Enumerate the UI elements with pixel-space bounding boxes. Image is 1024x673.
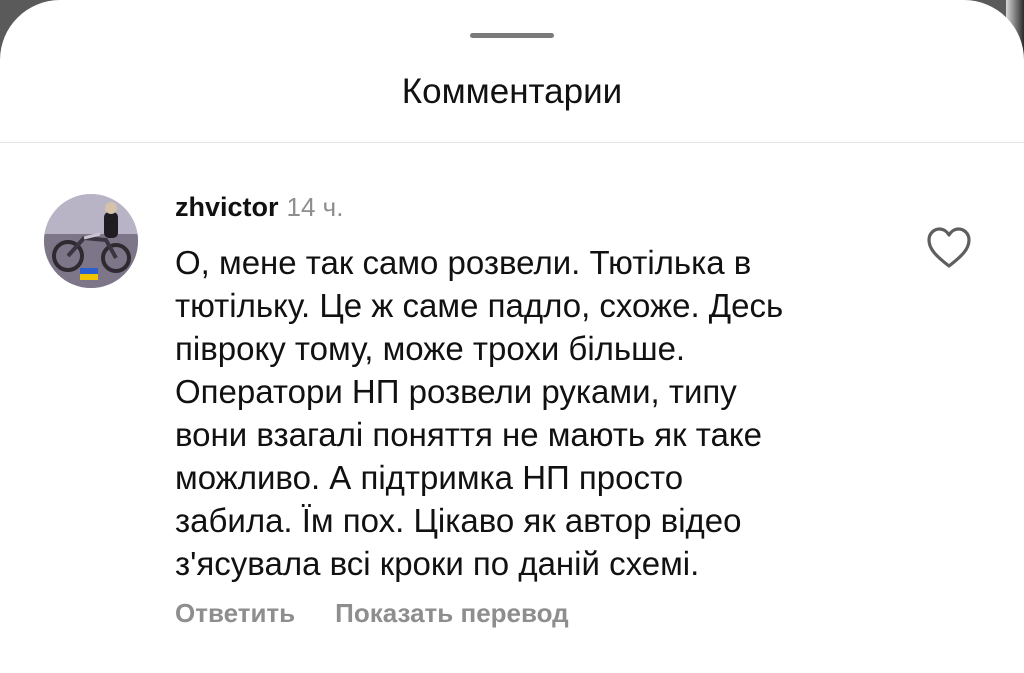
sheet-title: Комментарии [401,72,623,111]
show-translation-button[interactable]: Показать перевод [335,598,569,628]
sheet-drag-handle[interactable] [470,33,554,38]
comment-text: О, мене так само розвели. Тютілька в тют… [175,244,784,582]
username[interactable]: zhvictor [175,192,279,222]
comment-actions: Ответить Показать перевод [175,598,569,629]
heart-icon[interactable] [926,226,972,270]
header-divider [0,142,1024,143]
avatar[interactable] [44,194,138,288]
avatar-photo [44,194,138,288]
comments-sheet: Комментарии zhvictor 14 ч. О, мене так са… [0,0,1024,673]
reply-button[interactable]: Ответить [175,598,295,628]
comment-meta: zhvictor 14 ч. [175,191,343,223]
comment-time: 14 ч. [286,192,344,222]
